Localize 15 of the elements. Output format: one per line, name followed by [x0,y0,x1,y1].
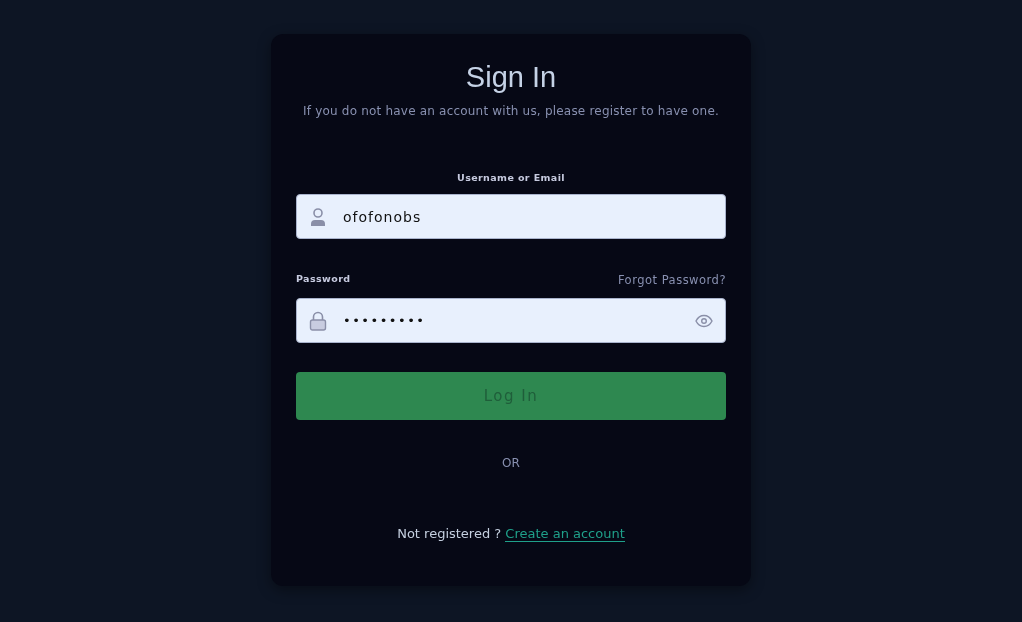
masked-password: ••••••••• [343,313,427,328]
separator-text: OR [502,456,520,470]
field-label: Password [296,272,351,284]
field-label: Username or Email [457,172,565,183]
username-field[interactable]: ofofonobs [296,194,726,239]
forgot-password-link[interactable]: Forgot Password? [617,269,726,287]
register-prompt: Not registered ? Create an account [396,526,626,541]
page-title: Sign In [464,60,558,95]
password-field[interactable]: ••••••••• [296,298,726,343]
user-icon [309,206,327,227]
subtitle: If you do not have an account with us, please register to have one. [302,104,720,118]
create-account-link[interactable]: Create an account [505,526,625,542]
username-value: ofofonobs [343,208,423,225]
lock-icon [309,310,327,331]
eye-icon[interactable] [695,313,713,328]
